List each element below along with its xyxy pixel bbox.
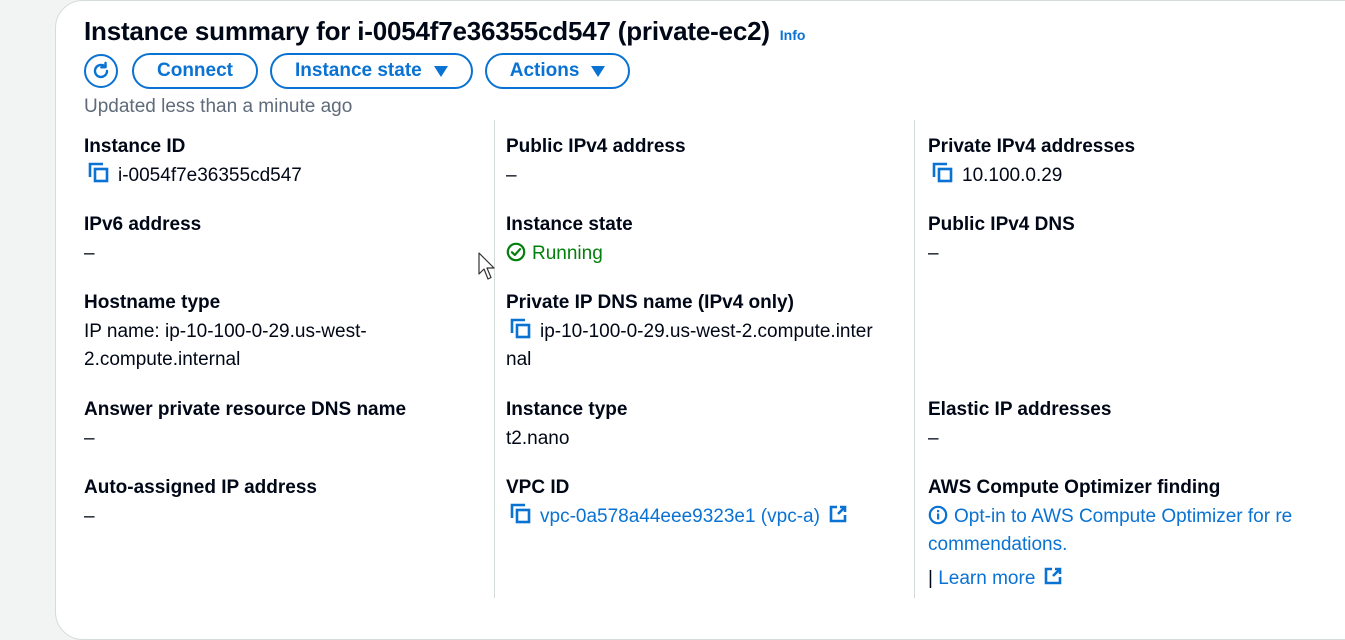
hostname-line-1: IP name: ip-10-100-0-29.us-west- (84, 318, 494, 346)
hostname-line-2: 2.compute.internal (84, 346, 494, 374)
actions-label: Actions (510, 60, 580, 82)
field-label: Auto-assigned IP address (84, 475, 494, 501)
field-label: Public IPv4 address (506, 134, 906, 160)
copy-icon[interactable] (88, 162, 110, 184)
instance-state-dropdown[interactable]: Instance state (270, 53, 473, 89)
field-answer-private-dns: Answer private resource DNS name – (84, 397, 494, 453)
status-badge: Running (532, 243, 603, 264)
details-column-3: Private IPv4 addresses 10.100.0.29 Publi… (914, 120, 1345, 598)
field-ipv6-address: IPv6 address – (84, 212, 494, 268)
optin-line-2: commendations. (928, 531, 1333, 559)
updated-status: Updated less than a minute ago (84, 96, 352, 118)
field-instance-state: Instance state Running (506, 212, 906, 268)
toolbar: Connect Instance state Actions (84, 51, 642, 91)
field-elastic-ip-addresses: Elastic IP addresses – (928, 397, 1333, 453)
field-public-ipv4-address: Public IPv4 address – (506, 134, 906, 190)
details-column-2: Public IPv4 address – Instance state Run… (494, 120, 926, 598)
field-private-ip-dns-name: Private IP DNS name (IPv4 only) ip-10-10… (506, 290, 906, 374)
dns-name-line-2: nal (506, 346, 906, 374)
field-label: Elastic IP addresses (928, 397, 1333, 423)
field-value: – (84, 240, 494, 268)
field-label: IPv6 address (84, 212, 494, 238)
field-value: IP name: ip-10-100-0-29.us-west- 2.compu… (84, 318, 494, 374)
private-ipv4-value: 10.100.0.29 (962, 165, 1062, 186)
title-row: Instance summary for i-0054f7e36355cd547… (84, 16, 805, 47)
external-link-icon[interactable] (828, 504, 848, 524)
status-success-icon (506, 242, 526, 262)
field-instance-type: Instance type t2.nano (506, 397, 906, 453)
field-vpc-id: VPC ID vpc-0a578a44eee9323e1 (vpc-a) (506, 475, 906, 531)
mouse-pointer-icon (478, 252, 498, 282)
page-title: Instance summary for i-0054f7e36355cd547… (84, 16, 770, 47)
field-label: Instance state (506, 212, 906, 238)
field-label: Private IP DNS name (IPv4 only) (506, 290, 906, 316)
copy-icon[interactable] (510, 503, 532, 525)
field-value: – (928, 425, 1333, 453)
learn-more-link[interactable]: Learn more (938, 568, 1035, 589)
field-instance-id: Instance ID i-0054f7e36355cd547 (84, 134, 494, 190)
info-icon (928, 505, 948, 525)
field-label: Instance type (506, 397, 906, 423)
field-value: ip-10-100-0-29.us-west-2.compute.inter n… (506, 318, 906, 374)
field-private-ipv4-addresses: Private IPv4 addresses 10.100.0.29 (928, 134, 1333, 190)
refresh-icon (91, 61, 111, 81)
external-link-icon[interactable] (1043, 566, 1063, 586)
field-value: – (84, 425, 494, 453)
field-label: Instance ID (84, 134, 494, 160)
copy-icon[interactable] (510, 318, 532, 340)
caret-down-icon (591, 66, 605, 77)
field-label: Hostname type (84, 290, 494, 316)
separator: | (928, 568, 933, 589)
field-label: Answer private resource DNS name (84, 397, 494, 423)
field-hostname-type: Hostname type IP name: ip-10-100-0-29.us… (84, 290, 494, 374)
field-value: 10.100.0.29 (928, 162, 1333, 190)
dns-name-line-1: ip-10-100-0-29.us-west-2.compute.inter (540, 321, 873, 342)
field-label: AWS Compute Optimizer finding (928, 475, 1333, 501)
field-label: Private IPv4 addresses (928, 134, 1333, 160)
vpc-id-link[interactable]: vpc-0a578a44eee9323e1 (vpc-a) (540, 506, 820, 527)
info-link[interactable]: Info (780, 27, 806, 43)
compute-optimizer-optin-link[interactable]: Opt-in to AWS Compute Optimizer for re c… (928, 503, 1333, 559)
instance-state-label: Instance state (295, 60, 422, 82)
learn-more-row: | Learn more (928, 565, 1333, 593)
connect-button[interactable]: Connect (132, 53, 258, 89)
copy-icon[interactable] (932, 162, 954, 184)
field-value: t2.nano (506, 425, 906, 453)
field-public-ipv4-dns: Public IPv4 DNS – (928, 212, 1333, 268)
field-label: Public IPv4 DNS (928, 212, 1333, 238)
instance-id-value: i-0054f7e36355cd547 (118, 165, 302, 186)
optin-line-1: Opt-in to AWS Compute Optimizer for re (954, 506, 1292, 527)
field-auto-assigned-ip: Auto-assigned IP address – (84, 475, 494, 531)
refresh-button[interactable] (84, 54, 118, 88)
field-value: vpc-0a578a44eee9323e1 (vpc-a) (506, 503, 906, 531)
field-compute-optimizer: AWS Compute Optimizer finding Opt-in to … (928, 475, 1333, 593)
field-value: i-0054f7e36355cd547 (84, 162, 494, 190)
connect-label: Connect (157, 60, 233, 82)
actions-dropdown[interactable]: Actions (485, 53, 631, 89)
field-value: – (84, 503, 494, 531)
field-value: Running (506, 240, 906, 268)
field-value: – (506, 162, 906, 190)
field-value: – (928, 240, 1333, 268)
field-label: VPC ID (506, 475, 906, 501)
caret-down-icon (434, 66, 448, 77)
details-column-1: Instance ID i-0054f7e36355cd547 IPv6 add… (84, 120, 494, 598)
